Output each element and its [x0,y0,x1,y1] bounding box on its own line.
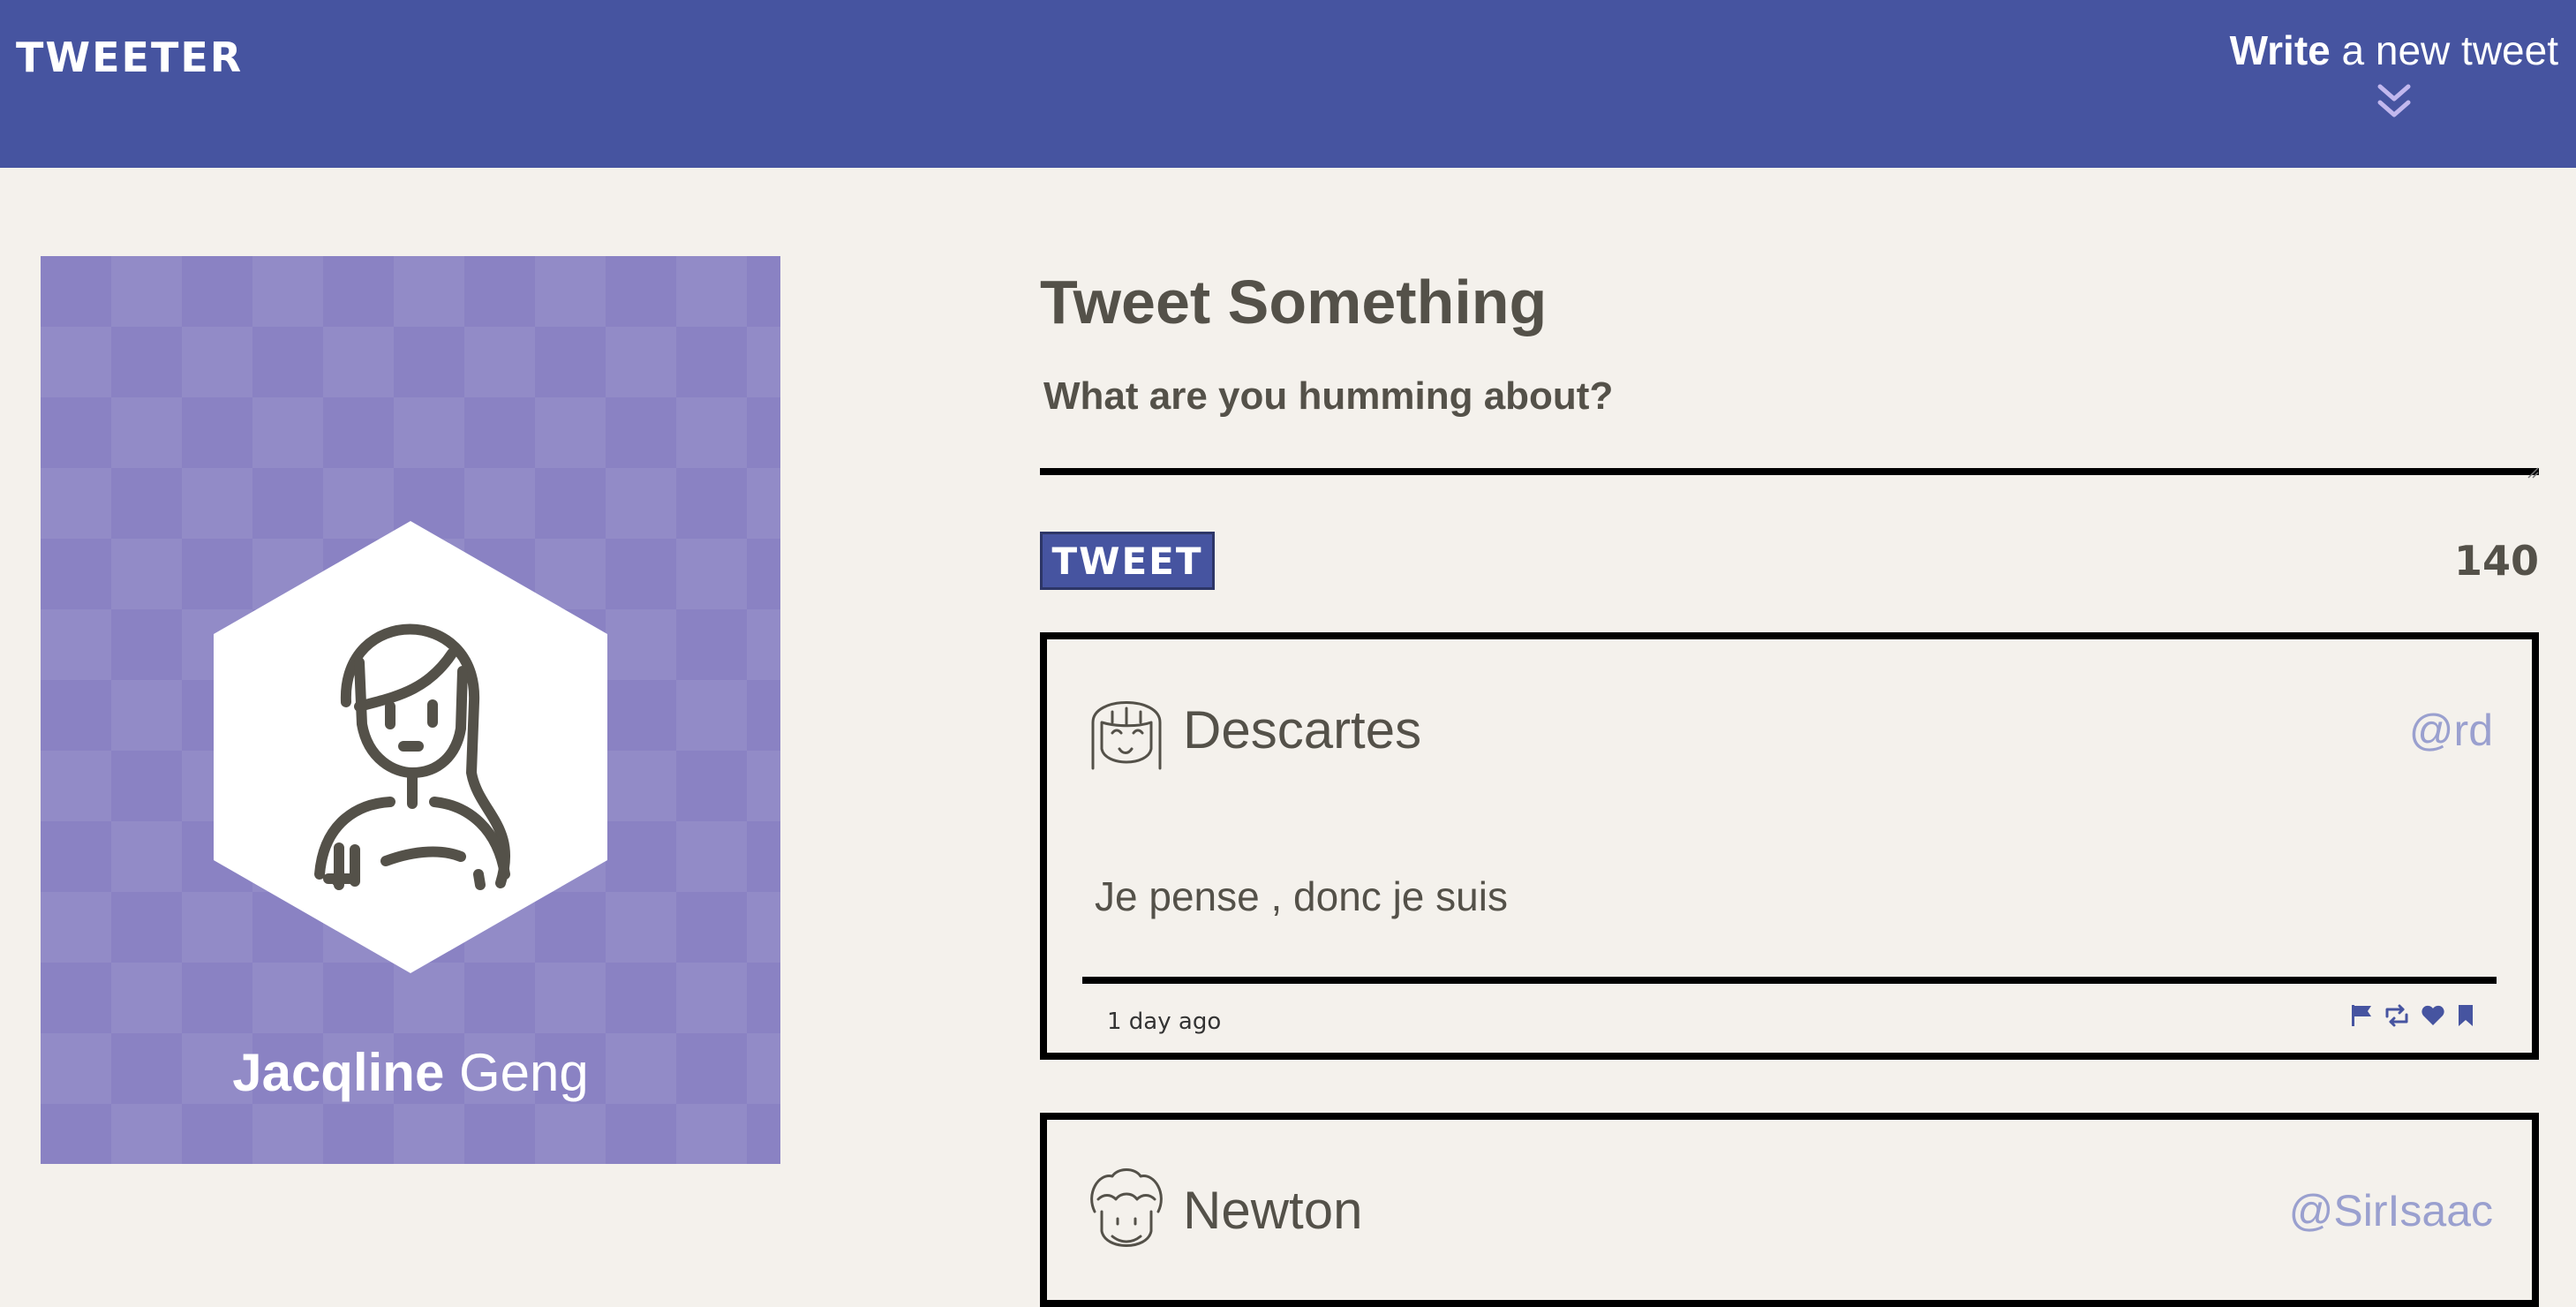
profile-last-name: Geng [444,1043,589,1102]
user-avatar-icon [1090,1168,1163,1247]
bookmark-icon[interactable] [2456,1003,2475,1028]
write-bold-text: Write [2229,27,2331,73]
double-chevron-down-icon[interactable] [2376,81,2412,120]
tweet-author-handle[interactable]: @rd [2409,705,2493,756]
brand-logo[interactable]: TWEETER [16,34,243,81]
tweet-author-name: Newton [1183,1181,1363,1240]
heart-icon[interactable] [2421,1004,2445,1027]
tweet-body: Je pense , donc je suis [1095,873,1508,919]
tweet-actions [2350,1003,2475,1028]
tweet-divider [1082,977,2497,984]
flag-icon[interactable] [2350,1003,2373,1028]
tweet-author-handle[interactable]: @SirIsaac [2289,1185,2493,1236]
person-avatar-icon [214,521,607,973]
retweet-icon[interactable] [2384,1004,2410,1027]
profile-first-name: Jacqline [232,1043,445,1102]
character-counter: 140 [2453,537,2539,585]
write-new-tweet-label[interactable]: Write a new tweet [2230,26,2558,74]
composer-title: Tweet Something [1040,268,1548,336]
tweet-card: Newton @SirIsaac [1040,1113,2539,1307]
write-new-tweet-toggle[interactable]: Write a new tweet [2230,26,2558,120]
tweet-author-name: Descartes [1183,700,1422,759]
tweet-timestamp: 1 day ago [1107,1009,1222,1035]
write-rest-text: a new tweet [2330,27,2559,73]
tweet-submit-button[interactable]: TWEET [1040,532,1215,590]
profile-name: Jacqline Geng [41,1042,780,1103]
top-navbar: TWEETER Write a new tweet [0,0,2576,168]
tweet-textarea[interactable] [1040,371,2539,475]
tweet-card: Descartes @rd Je pense , donc je suis 1 … [1040,632,2539,1060]
profile-card: Jacqline Geng [41,256,780,1164]
resize-grip-icon[interactable] [2527,466,2539,479]
user-avatar-icon [1091,701,1162,770]
